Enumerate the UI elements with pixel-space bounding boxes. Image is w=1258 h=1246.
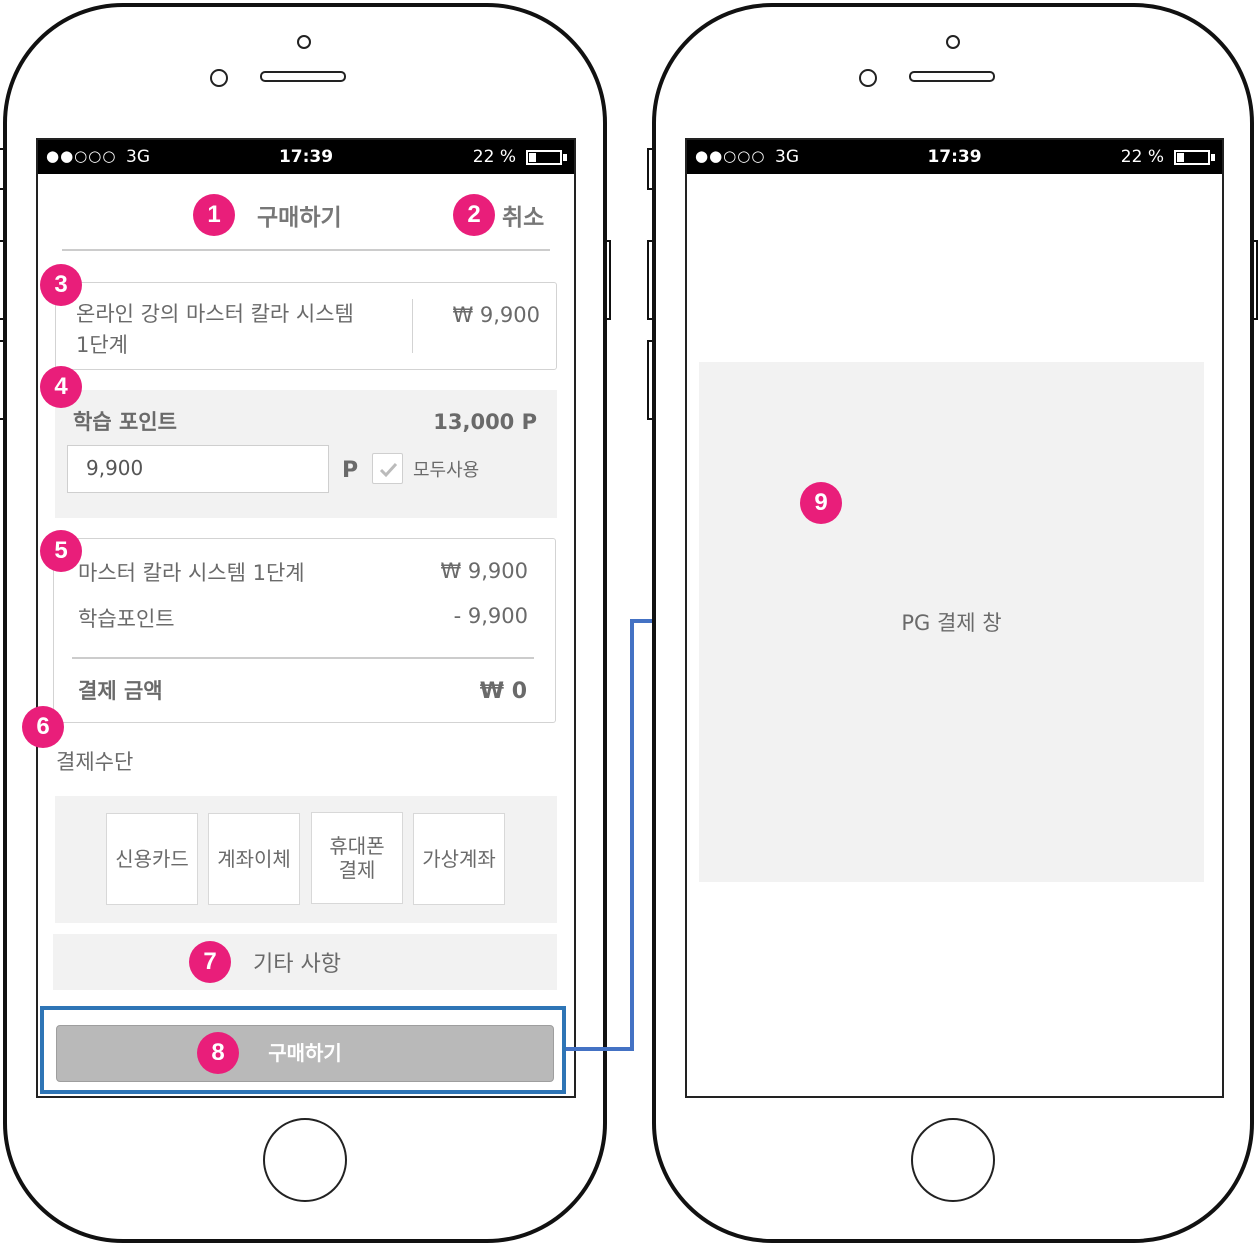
purchase-highlight-frame [40, 1006, 566, 1094]
home-button[interactable] [911, 1118, 995, 1202]
battery-percent: 22 % [472, 147, 516, 167]
status-bar: ●●○○○ 3G 17:39 22 % [687, 140, 1222, 174]
battery-level [1177, 153, 1184, 162]
product-price: ₩ 9,900 [452, 303, 540, 327]
header-divider [62, 249, 550, 251]
total-value: ₩ 0 [479, 679, 527, 704]
battery-percent: 22 % [1120, 147, 1164, 167]
battery-level [529, 153, 536, 162]
etc-label: 기타 사항 [253, 952, 341, 977]
payment-methods-box: 신용카드 계좌이체 휴대폰 결제 가상계좌 [55, 796, 557, 923]
status-bar: ●●○○○ 3G 17:39 22 % [38, 140, 574, 174]
summary-item-price: ₩ 9,900 [440, 559, 528, 583]
badge-4: 4 [40, 366, 82, 408]
summary-item-label: 마스터 칼라 시스템 1단계 [78, 561, 305, 585]
product-box: 온라인 강의 마스터 칼라 시스템 1단계 ₩ 9,900 [55, 282, 557, 370]
points-box: 학습 포인트 13,000 P 9,900 P 모두사용 [55, 390, 557, 518]
product-name-line2: 1단계 [76, 333, 129, 357]
badge-1: 1 [193, 194, 235, 236]
etc-section[interactable]: 기타 사항 [53, 934, 557, 990]
battery-icon [526, 150, 562, 165]
pg-window-label: PG 결제 창 [901, 611, 1002, 635]
badge-3: 3 [40, 264, 82, 306]
summary-divider [72, 657, 534, 659]
proximity-sensor [210, 69, 228, 87]
badge-9: 9 [800, 482, 842, 524]
badge-2: 2 [453, 194, 495, 236]
points-label: 학습 포인트 [73, 410, 177, 434]
battery-tip [1211, 154, 1215, 161]
use-all-label[interactable]: 모두사용 [413, 456, 479, 482]
battery-tip [563, 154, 567, 161]
method-virtual-account[interactable]: 가상계좌 [413, 813, 505, 905]
cancel-link[interactable]: 취소 [502, 198, 544, 232]
points-balance: 13,000 P [433, 410, 537, 434]
use-all-checkbox[interactable] [372, 453, 403, 484]
summary-box: 마스터 칼라 시스템 1단계 ₩ 9,900 학습포인트 - 9,900 결제 … [53, 538, 556, 723]
page-title: 구매하기 [257, 205, 342, 231]
front-camera [946, 35, 960, 49]
battery-icon [1174, 150, 1210, 165]
home-button[interactable] [263, 1118, 347, 1202]
points-unit: P [342, 458, 359, 483]
proximity-sensor [859, 69, 877, 87]
summary-points-label: 학습포인트 [78, 607, 175, 631]
earpiece-speaker [260, 71, 346, 82]
total-label: 결제 금액 [78, 679, 163, 703]
earpiece-speaker [909, 71, 995, 82]
product-name-line1: 온라인 강의 마스터 칼라 시스템 [76, 302, 354, 326]
summary-points-value: - 9,900 [453, 604, 528, 628]
payment-label: 결제수단 [56, 750, 134, 774]
method-credit-card[interactable]: 신용카드 [106, 813, 198, 905]
right-screen: ●●○○○ 3G 17:39 22 % PG 결제 창 [685, 138, 1224, 1098]
badge-6: 6 [22, 706, 64, 748]
front-camera [297, 35, 311, 49]
badge-8: 8 [197, 1032, 239, 1074]
left-screen: ●●○○○ 3G 17:39 22 % 구매하기 취소 온라인 강의 마스터 칼… [36, 138, 576, 1098]
pg-payment-window[interactable]: PG 결제 창 [699, 362, 1204, 882]
product-divider [412, 299, 413, 353]
badge-5: 5 [40, 530, 82, 572]
check-icon [379, 462, 398, 478]
points-input[interactable]: 9,900 [67, 445, 329, 493]
left-phone: ●●○○○ 3G 17:39 22 % 구매하기 취소 온라인 강의 마스터 칼… [0, 0, 611, 1246]
badge-7: 7 [189, 941, 231, 983]
method-bank-transfer[interactable]: 계좌이체 [208, 813, 300, 905]
right-phone: ●●○○○ 3G 17:39 22 % PG 결제 창 9 [647, 0, 1258, 1246]
method-mobile-payment[interactable]: 휴대폰 결제 [311, 812, 403, 904]
